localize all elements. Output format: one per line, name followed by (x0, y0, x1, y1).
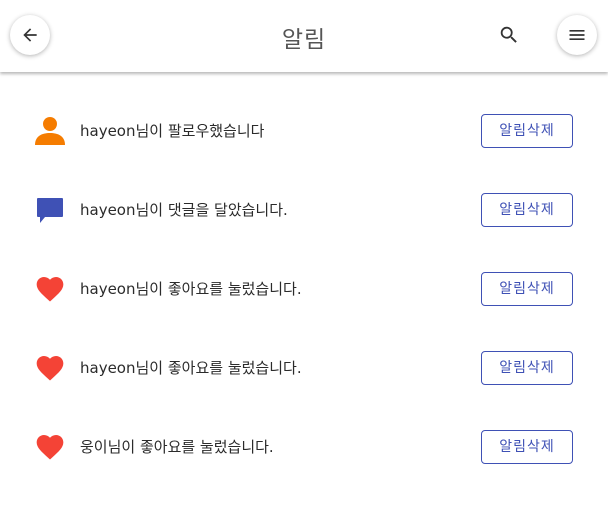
app-bar: 알림 (0, 0, 608, 72)
heart-icon (36, 435, 64, 460)
notification-text: 웅이님이 좋아요를 눌렀습니다. (80, 438, 274, 456)
notification-item: hayeon님이 좋아요를 눌렀습니다. 알림삭제 (0, 351, 608, 431)
search-icon (500, 26, 517, 43)
notification-text: hayeon님이 좋아요를 눌렀습니다. (80, 280, 302, 298)
delete-notification-button[interactable]: 알림삭제 (481, 430, 573, 464)
heart-icon (36, 356, 64, 381)
delete-notification-button[interactable]: 알림삭제 (481, 272, 573, 306)
search-button[interactable] (496, 22, 522, 48)
delete-notification-button[interactable]: 알림삭제 (481, 114, 573, 148)
delete-notification-button[interactable]: 알림삭제 (481, 351, 573, 385)
notification-text: hayeon님이 댓글을 달았습니다. (80, 201, 288, 219)
menu-button[interactable] (557, 15, 597, 55)
notification-item: 웅이님이 좋아요를 눌렀습니다. 알림삭제 (0, 430, 608, 510)
notification-text: hayeon님이 좋아요를 눌렀습니다. (80, 359, 302, 377)
menu-icon (569, 30, 585, 40)
heart-icon (36, 277, 64, 302)
person-icon (35, 117, 65, 145)
notification-item: hayeon님이 좋아요를 눌렀습니다. 알림삭제 (0, 272, 608, 352)
delete-notification-button[interactable]: 알림삭제 (481, 193, 573, 227)
notification-item: hayeon님이 댓글을 달았습니다. 알림삭제 (0, 193, 608, 273)
notification-item: hayeon님이 팔로우했습니다 알림삭제 (0, 114, 608, 194)
notification-text: hayeon님이 팔로우했습니다 (80, 122, 265, 140)
comment-icon (37, 198, 63, 223)
